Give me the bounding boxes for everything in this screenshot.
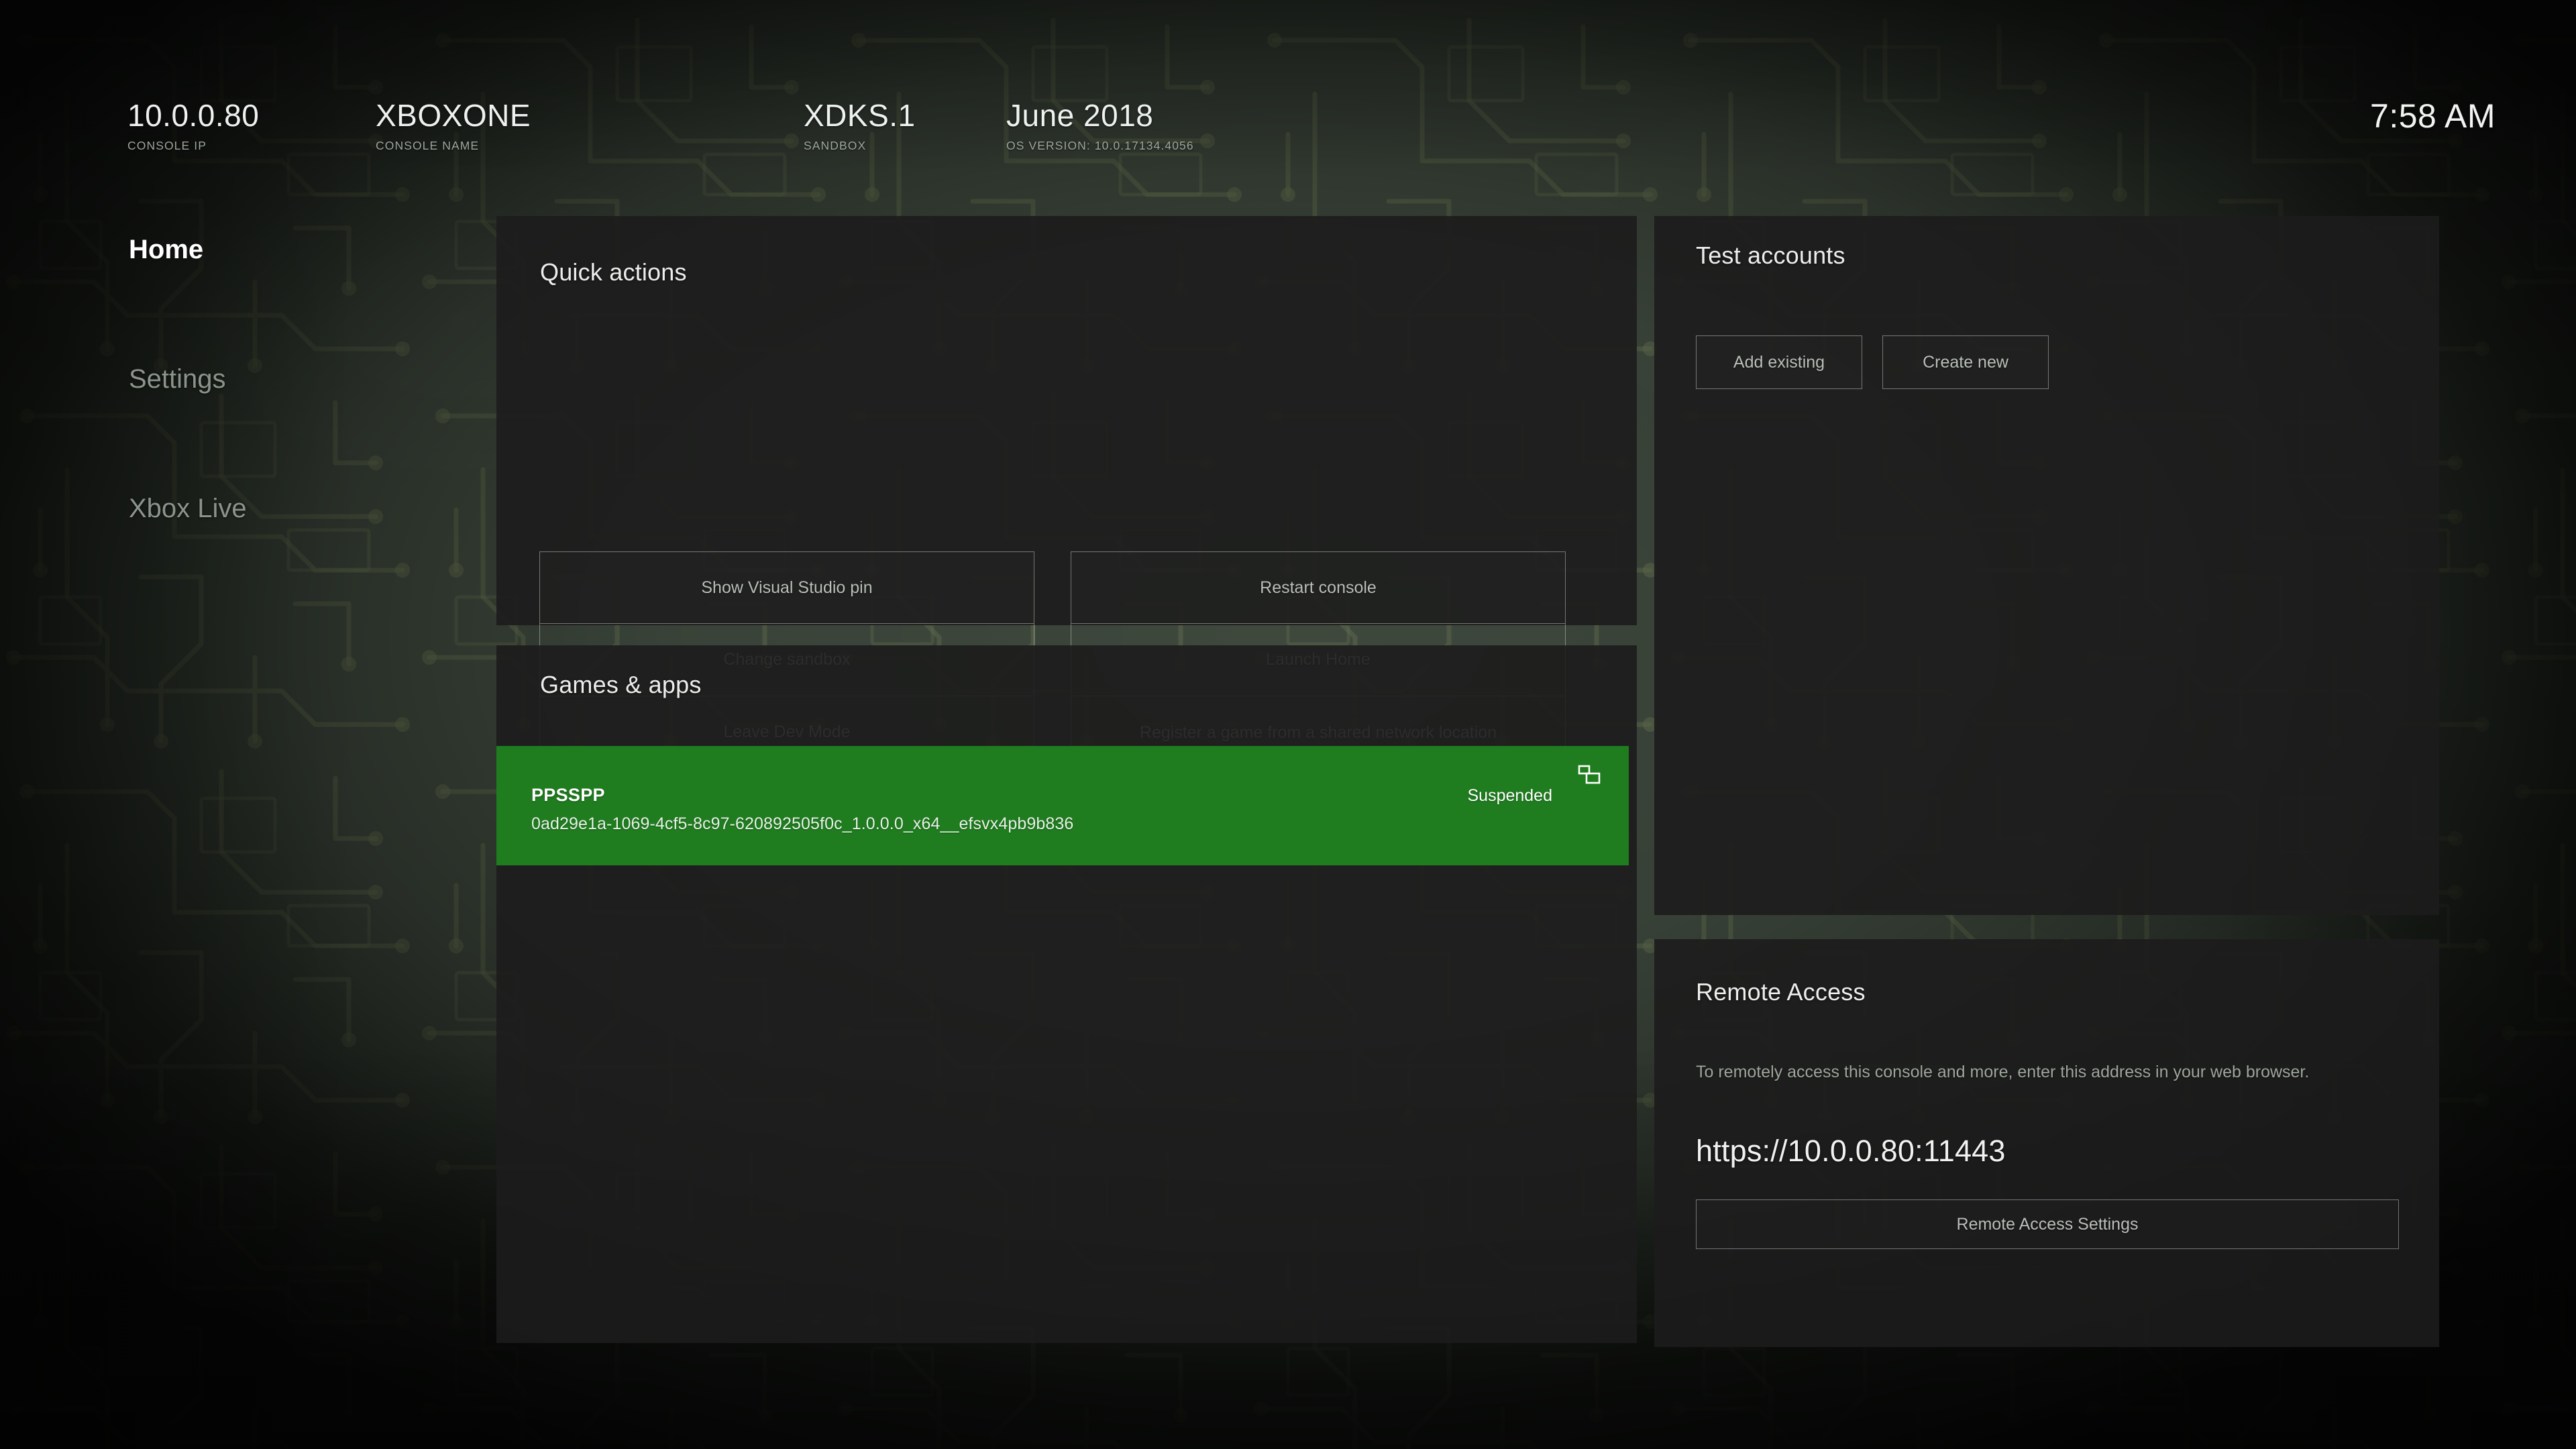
sidebar-nav: Home Settings Xbox Live: [129, 236, 397, 625]
remote-access-url: https://10.0.0.80:11443: [1696, 1134, 2006, 1169]
quick-actions-title: Quick actions: [540, 258, 687, 286]
console-name-label: CONSOLE NAME: [376, 139, 531, 153]
restart-console-button[interactable]: Restart console: [1071, 551, 1566, 624]
sandbox-value: XDKS.1: [804, 100, 916, 131]
quick-actions-panel: Quick actions Show Visual Studio pin Cha…: [496, 216, 1637, 625]
console-name-value: XBOXONE: [376, 100, 531, 131]
show-visual-studio-pin-button[interactable]: Show Visual Studio pin: [539, 551, 1034, 624]
list-item[interactable]: PPSSPP 0ad29e1a-1069-4cf5-8c97-620892505…: [496, 746, 1629, 865]
app-state-badge: Suspended: [1467, 786, 1552, 806]
test-accounts-actions: Add existing Create new: [1696, 335, 2049, 389]
sandbox-label: SANDBOX: [804, 139, 916, 153]
os-version-label: OS VERSION: 10.0.17134.4056: [1006, 139, 1194, 153]
clock: 7:58 AM: [2370, 97, 2496, 136]
os-version-group: June 2018 OS VERSION: 10.0.17134.4056: [1006, 100, 1194, 153]
app-package-id: 0ad29e1a-1069-4cf5-8c97-620892505f0c_1.0…: [531, 814, 1073, 834]
remote-access-settings-button[interactable]: Remote Access Settings: [1696, 1199, 2399, 1249]
games-apps-title: Games & apps: [540, 671, 702, 699]
sandbox-group: XDKS.1 SANDBOX: [804, 100, 916, 153]
remote-access-description: To remotely access this console and more…: [1696, 1061, 2345, 1083]
test-accounts-panel: Test accounts Add existing Create new: [1654, 216, 2439, 915]
console-header: 10.0.0.80 CONSOLE IP XBOXONE CONSOLE NAM…: [127, 79, 2496, 153]
console-ip-group: 10.0.0.80 CONSOLE IP: [127, 100, 259, 153]
games-apps-panel: Games & apps PPSSPP 0ad29e1a-1069-4cf5-8…: [496, 645, 1637, 1343]
console-ip-label: CONSOLE IP: [127, 139, 259, 153]
multi-window-icon[interactable]: [1578, 765, 1601, 785]
sidebar-item-home[interactable]: Home: [129, 236, 397, 263]
app-name: PPSSPP: [531, 785, 605, 806]
add-existing-account-button[interactable]: Add existing: [1696, 335, 1862, 389]
console-ip-value: 10.0.0.80: [127, 100, 259, 131]
remote-access-title: Remote Access: [1696, 978, 1866, 1006]
sidebar-item-xbox-live[interactable]: Xbox Live: [129, 495, 397, 522]
create-new-account-button[interactable]: Create new: [1882, 335, 2049, 389]
remote-access-panel: Remote Access To remotely access this co…: [1654, 939, 2439, 1347]
test-accounts-title: Test accounts: [1696, 241, 1845, 270]
sidebar-item-settings[interactable]: Settings: [129, 366, 397, 392]
os-date-value: June 2018: [1006, 100, 1194, 131]
console-name-group: XBOXONE CONSOLE NAME: [376, 100, 531, 153]
